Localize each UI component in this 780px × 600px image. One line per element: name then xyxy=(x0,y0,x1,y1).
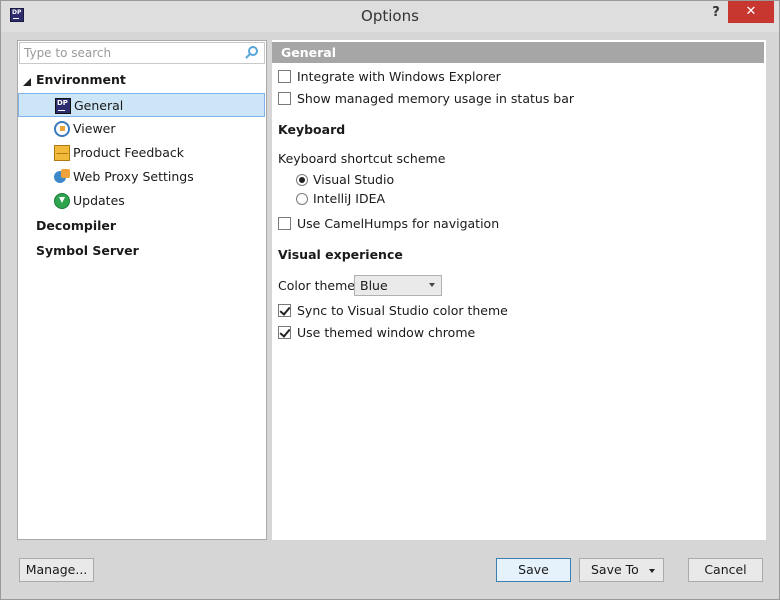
visual-experience-heading: Visual experience xyxy=(278,247,403,262)
sync-theme-label: Sync to Visual Studio color theme xyxy=(297,303,508,318)
envelope-icon xyxy=(54,145,70,161)
tree-item-label: Web Proxy Settings xyxy=(73,169,194,184)
tree-item-label: Updates xyxy=(73,193,125,208)
tree-group-label: Environment xyxy=(36,72,126,87)
integrate-explorer-checkbox[interactable] xyxy=(278,70,291,83)
themed-chrome-checkbox[interactable] xyxy=(278,326,291,339)
tree-item-general[interactable]: DP General xyxy=(18,93,265,117)
tree-item-viewer[interactable]: Viewer xyxy=(18,117,266,141)
sync-theme-checkbox[interactable] xyxy=(278,304,291,317)
title-bar: DP Options ? ✕ xyxy=(1,1,779,32)
color-theme-select[interactable]: Blue xyxy=(354,275,442,296)
options-tree-panel: Environment DP General Viewer Product Fe… xyxy=(17,40,267,540)
tree-group-symbol-server[interactable]: Symbol Server xyxy=(18,240,266,264)
search-icon[interactable] xyxy=(244,46,260,61)
intellij-radio[interactable] xyxy=(296,192,308,205)
tree-item-updates[interactable]: Updates xyxy=(18,189,266,213)
help-button[interactable]: ? xyxy=(707,4,725,22)
scheme-intellij-option[interactable]: IntelliJ IDEA xyxy=(296,191,385,209)
chevron-down-icon xyxy=(429,283,435,287)
tree-item-web-proxy-settings[interactable]: Web Proxy Settings xyxy=(18,165,266,189)
cancel-button[interactable]: Cancel xyxy=(688,558,763,582)
tree-item-label: Viewer xyxy=(73,121,116,136)
intellij-label: IntelliJ IDEA xyxy=(313,191,386,206)
viewer-icon xyxy=(54,121,70,137)
themed-chrome-label: Use themed window chrome xyxy=(297,325,476,340)
save-to-label: Save To xyxy=(591,562,639,577)
camel-humps-checkbox[interactable] xyxy=(278,217,291,230)
expand-arrow-icon[interactable] xyxy=(23,78,31,86)
window-title: Options xyxy=(361,7,419,25)
general-icon-text: DP xyxy=(57,99,68,107)
close-button[interactable]: ✕ xyxy=(728,1,774,23)
tree-group-decompiler[interactable]: Decompiler xyxy=(18,215,266,239)
manage-button[interactable]: Manage... xyxy=(19,558,94,582)
search-input[interactable] xyxy=(24,45,236,61)
tree-item-product-feedback[interactable]: Product Feedback xyxy=(18,141,266,165)
visual-studio-radio[interactable] xyxy=(296,173,308,186)
options-window: DP Options ? ✕ Environment DP General Vi… xyxy=(0,0,780,600)
shortcut-scheme-label: Keyboard shortcut scheme xyxy=(278,151,446,166)
camel-humps-label: Use CamelHumps for navigation xyxy=(297,216,500,231)
color-theme-label: Color theme: xyxy=(278,278,360,293)
tree-group-label: Symbol Server xyxy=(36,243,139,258)
camel-humps-option[interactable]: Use CamelHumps for navigation xyxy=(278,216,499,234)
themed-chrome-option[interactable]: Use themed window chrome xyxy=(278,325,475,343)
dotpeek-icon: DP xyxy=(55,98,71,114)
show-memory-label: Show managed memory usage in status bar xyxy=(297,91,575,106)
tree-item-label: Product Feedback xyxy=(73,145,184,160)
save-to-button[interactable]: Save To xyxy=(579,558,664,582)
chevron-down-icon[interactable] xyxy=(649,569,655,573)
tree-item-label: General xyxy=(74,98,124,113)
integrate-explorer-label: Integrate with Windows Explorer xyxy=(297,69,501,84)
settings-panel: General Integrate with Windows Explorer … xyxy=(272,40,766,540)
save-button[interactable]: Save xyxy=(496,558,571,582)
tree-group-environment[interactable]: Environment xyxy=(18,69,266,93)
color-theme-value: Blue xyxy=(360,278,388,293)
section-header-general: General xyxy=(272,42,764,63)
keyboard-heading: Keyboard xyxy=(278,122,346,137)
download-icon xyxy=(54,193,70,209)
show-memory-option[interactable]: Show managed memory usage in status bar xyxy=(278,91,574,109)
visual-studio-label: Visual Studio xyxy=(313,172,395,187)
proxy-icon xyxy=(54,169,70,185)
options-tree: Environment DP General Viewer Product Fe… xyxy=(18,69,266,264)
sync-theme-option[interactable]: Sync to Visual Studio color theme xyxy=(278,303,508,321)
show-memory-checkbox[interactable] xyxy=(278,92,291,105)
search-box[interactable] xyxy=(19,42,265,64)
scheme-visual-studio-option[interactable]: Visual Studio xyxy=(296,172,394,190)
tree-group-label: Decompiler xyxy=(36,218,117,233)
integrate-explorer-option[interactable]: Integrate with Windows Explorer xyxy=(278,69,501,87)
